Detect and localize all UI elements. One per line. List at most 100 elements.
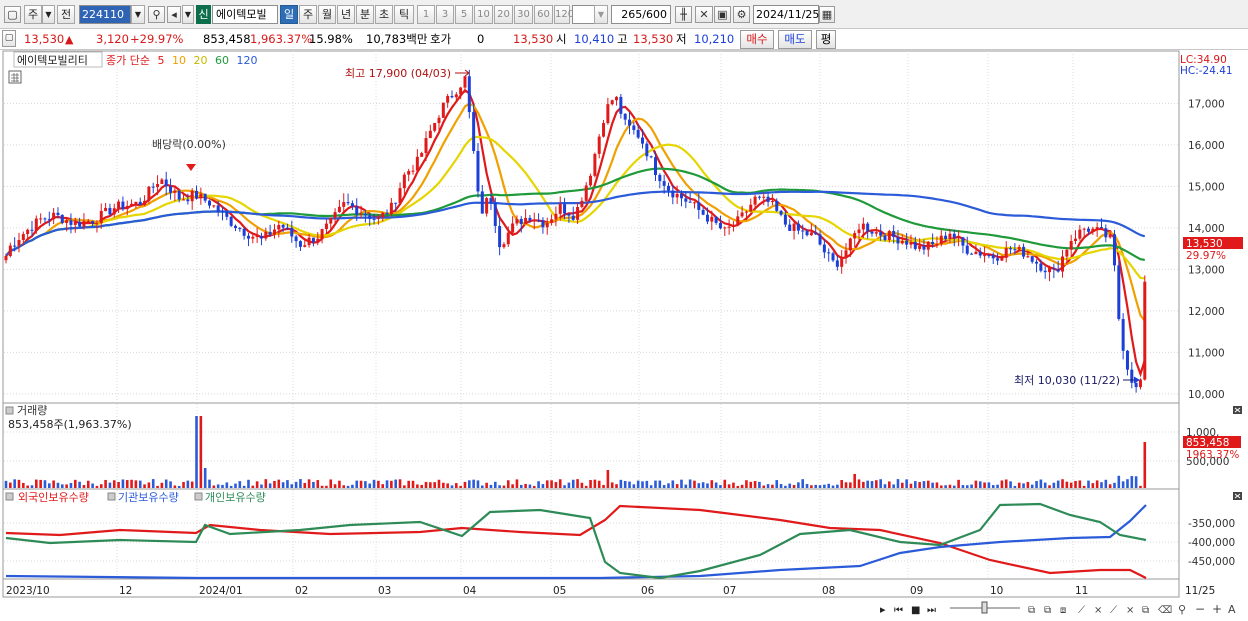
- prev-button[interactable]: 전: [57, 5, 75, 24]
- stop-icon[interactable]: ■: [911, 605, 920, 616]
- volume-bar: [316, 480, 320, 488]
- candle-body: [17, 239, 21, 246]
- gear-icon[interactable]: ⚙: [733, 6, 750, 23]
- volume-bar: [78, 481, 81, 488]
- individual-handle[interactable]: [194, 492, 203, 501]
- volume-bar: [675, 484, 679, 488]
- candle-body: [684, 198, 688, 202]
- overlay-icon[interactable]: ⧈: [1060, 605, 1066, 616]
- stock-name-field[interactable]: 에이텍모빌: [212, 5, 278, 24]
- candle-body: [1030, 256, 1034, 262]
- crossline-icon[interactable]: ⨯: [1094, 605, 1102, 616]
- interval-5-button[interactable]: 5: [455, 5, 473, 24]
- window-icon[interactable]: ▢: [4, 6, 21, 23]
- interval-120-button[interactable]: 120: [554, 5, 574, 24]
- buy-button[interactable]: 매수: [740, 30, 774, 49]
- candle-type-icon[interactable]: ╫: [675, 6, 692, 23]
- chart-area[interactable]: 17,000 16,000 15,000 14,000 13,000 12,000 11,0…: [0, 50, 1248, 621]
- volume-bar: [810, 485, 813, 488]
- candle-body: [511, 223, 515, 233]
- font-size-icon[interactable]: A: [1228, 603, 1236, 616]
- compare-icon[interactable]: ⧉: [1044, 605, 1051, 616]
- zoom-in-icon[interactable]: +: [1212, 602, 1222, 616]
- erase-icon[interactable]: ⌫: [1158, 605, 1172, 616]
- candle-body: [372, 218, 376, 220]
- period-minute-button[interactable]: 분: [356, 5, 374, 24]
- save-icon[interactable]: ▣: [714, 6, 731, 23]
- code-input[interactable]: 224110: [79, 5, 131, 24]
- calendar-icon[interactable]: ▦: [819, 6, 835, 23]
- volume-bar: [823, 484, 826, 488]
- interval-30-button[interactable]: 30: [514, 5, 533, 24]
- volume-panel-handle[interactable]: [5, 406, 14, 415]
- period-year-button[interactable]: 년: [337, 5, 355, 24]
- period-mode-button[interactable]: 주: [24, 5, 42, 24]
- custom-interval-dropdown-icon[interactable]: ▼: [594, 5, 608, 24]
- count-field[interactable]: 265/600: [611, 5, 671, 24]
- candle-body: [108, 207, 112, 215]
- volume-pct-tag: 1963.37%: [1186, 449, 1239, 461]
- open-price: 10,410: [574, 32, 615, 46]
- candle-body: [697, 202, 701, 210]
- holding-y-tick: -450,000: [1188, 556, 1235, 568]
- candle-body: [948, 233, 952, 240]
- period-second-button[interactable]: 초: [375, 5, 393, 24]
- candle-body: [1138, 379, 1142, 388]
- candle-body: [26, 229, 30, 235]
- eval-button[interactable]: 평: [816, 30, 836, 49]
- candle-body: [290, 227, 294, 237]
- layout-icon[interactable]: ⧉: [1028, 605, 1035, 616]
- volume-bar: [121, 479, 125, 488]
- candle-body: [740, 212, 744, 217]
- price-y-tick: 14,000: [1188, 223, 1225, 235]
- candle-body: [1125, 350, 1129, 370]
- interval-60-button[interactable]: 60: [534, 5, 553, 24]
- interval-20-button[interactable]: 20: [494, 5, 513, 24]
- holding-panel-handle[interactable]: [5, 492, 14, 501]
- candle-body: [169, 186, 173, 193]
- speaker-icon[interactable]: ◂: [167, 6, 181, 23]
- volume-tag: 853,458: [1186, 437, 1229, 449]
- chevron-down-icon[interactable]: ▼: [42, 5, 55, 24]
- scroll-last-icon[interactable]: ⏭: [927, 605, 936, 616]
- sell-button[interactable]: 매도: [778, 30, 812, 49]
- interval-10-button[interactable]: 10: [474, 5, 493, 24]
- candle-body: [818, 234, 822, 245]
- volume-bar: [190, 481, 194, 488]
- trend-icon[interactable]: ⟋: [1110, 605, 1117, 616]
- scroll-first-icon[interactable]: ⏮: [894, 605, 903, 616]
- code-dropdown-icon[interactable]: ▼: [131, 5, 145, 24]
- date-field[interactable]: 2024/11/25: [753, 5, 819, 24]
- crosshair-icon[interactable]: ✕: [695, 6, 713, 23]
- quote-toggle-icon[interactable]: ▢: [2, 30, 16, 47]
- zoom-slider-handle[interactable]: [981, 601, 988, 614]
- period-day-button[interactable]: 일: [280, 5, 298, 24]
- volume-bar: [745, 480, 748, 488]
- candle-body: [385, 212, 389, 215]
- volume-bar: [779, 484, 783, 488]
- speaker-dropdown-icon[interactable]: ▼: [182, 5, 194, 24]
- tool-icon[interactable]: ⧉: [1142, 605, 1149, 616]
- interval-3-button[interactable]: 3: [436, 5, 454, 24]
- volume-bar: [442, 482, 445, 488]
- volume-bar: [740, 484, 744, 488]
- period-tick-button[interactable]: 틱: [394, 5, 414, 24]
- volume-bar: [918, 482, 921, 488]
- search-icon[interactable]: ⚲: [148, 6, 165, 23]
- scroll-right-icon[interactable]: ▸: [880, 603, 886, 616]
- pattern-icon[interactable]: ⨯: [1126, 605, 1134, 616]
- period-month-button[interactable]: 월: [318, 5, 336, 24]
- volume-bar: [892, 484, 895, 488]
- period-week-button[interactable]: 주: [299, 5, 317, 24]
- draw-line-icon[interactable]: ⟋: [1078, 605, 1085, 616]
- volume-bar: [636, 480, 640, 488]
- candle-body: [1074, 238, 1078, 242]
- interval-1-button[interactable]: 1: [417, 5, 435, 24]
- zoom-out-icon[interactable]: −: [1195, 602, 1205, 616]
- volume-bar: [251, 485, 255, 488]
- candle-body: [138, 201, 142, 206]
- candle-body: [238, 228, 242, 230]
- count-value: 265: [621, 8, 643, 21]
- zoom-icon[interactable]: ⚲: [1178, 603, 1186, 616]
- institution-handle[interactable]: [107, 492, 116, 501]
